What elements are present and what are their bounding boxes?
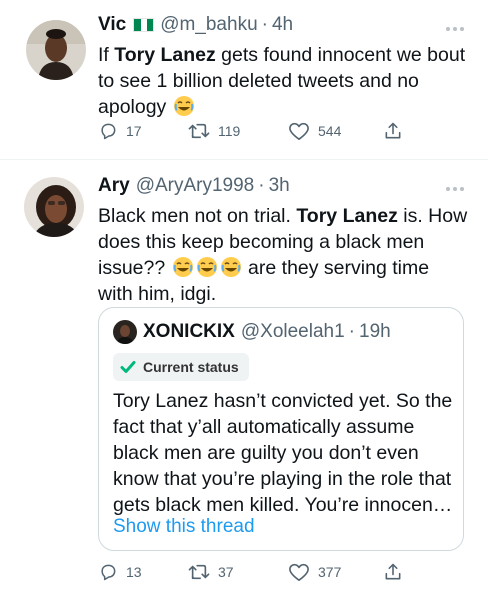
like-button[interactable]: 377 xyxy=(288,562,341,582)
display-name[interactable]: Vic xyxy=(98,14,126,36)
avatar xyxy=(113,320,137,344)
tweet-header: Ary @AryAry1998 · 3h xyxy=(98,175,290,197)
highlighted-text: Tory Lanez xyxy=(296,205,398,227)
quoted-tweet[interactable]: XONICKIX @Xoleelah1 · 19h Current status… xyxy=(98,307,464,551)
tweet-ary[interactable]: Ary @AryAry1998 · 3h Black men not on tr… xyxy=(0,160,488,600)
reply-button[interactable]: 17 xyxy=(98,121,142,141)
retweet-count: 37 xyxy=(218,564,234,580)
user-handle: @Xoleelah1 xyxy=(240,321,345,342)
check-icon xyxy=(120,361,136,373)
user-handle[interactable]: @AryAry1998 xyxy=(136,175,255,197)
laughing-emoji-icon xyxy=(220,257,241,277)
retweet-button[interactable]: 37 xyxy=(188,562,234,582)
more-icon[interactable] xyxy=(446,27,464,31)
display-name[interactable]: Ary xyxy=(98,175,130,197)
separator: · xyxy=(258,175,265,196)
separator: · xyxy=(348,321,355,342)
user-handle[interactable]: @m_bahku xyxy=(160,14,257,36)
retweet-button[interactable]: 119 xyxy=(188,121,240,141)
heart-icon xyxy=(289,563,309,581)
like-count: 377 xyxy=(318,564,342,580)
reply-icon xyxy=(101,564,116,581)
retweet-icon xyxy=(188,564,210,580)
reply-count: 17 xyxy=(126,123,142,139)
quoted-tweet-header: XONICKIX @Xoleelah1 · 19h xyxy=(113,320,391,344)
tweet-text: If Tory Lanez gets found innocent we bou… xyxy=(98,44,466,118)
status-badge: Current status xyxy=(113,353,249,381)
timestamp[interactable]: 3h xyxy=(269,175,290,197)
reply-count: 13 xyxy=(126,564,142,580)
share-icon xyxy=(385,563,401,580)
laughing-emoji-icon xyxy=(173,96,194,116)
like-button[interactable]: 544 xyxy=(288,121,341,141)
highlighted-text: Tory Lanez xyxy=(114,44,216,66)
like-count: 544 xyxy=(318,123,342,139)
laughing-emoji-icon xyxy=(172,257,193,277)
share-button[interactable] xyxy=(383,562,403,582)
separator: · xyxy=(261,14,268,35)
tweet-header: Vic @m_bahku · 4h xyxy=(98,14,293,36)
quoted-tweet-text: Tory Lanez hasn’t convicted yet. So the … xyxy=(113,390,453,516)
timestamp: 19h xyxy=(359,321,391,342)
avatar[interactable] xyxy=(26,20,86,80)
more-icon[interactable] xyxy=(446,187,464,191)
tweet-vic[interactable]: Vic @m_bahku · 4h If Tory Lanez gets fou… xyxy=(0,0,488,160)
share-icon xyxy=(385,122,401,139)
tweet-actions: 13 37 377 xyxy=(98,562,418,586)
avatar[interactable] xyxy=(24,177,84,237)
display-name: XONICKIX xyxy=(143,321,235,342)
reply-icon xyxy=(101,123,116,140)
heart-icon xyxy=(289,122,309,140)
retweet-icon xyxy=(188,123,210,139)
retweet-count: 119 xyxy=(218,123,241,139)
timestamp[interactable]: 4h xyxy=(272,14,293,36)
show-thread-link[interactable]: Show this thread xyxy=(113,516,255,538)
tweet-actions: 17 119 544 xyxy=(98,121,418,145)
status-badge-label: Current status xyxy=(143,359,239,375)
share-button[interactable] xyxy=(383,121,403,141)
nigeria-flag-icon xyxy=(133,18,155,32)
reply-button[interactable]: 13 xyxy=(98,562,142,582)
laughing-emoji-icon xyxy=(196,257,217,277)
tweet-text: Black men not on trial. Tory Lanez is. H… xyxy=(98,205,468,305)
